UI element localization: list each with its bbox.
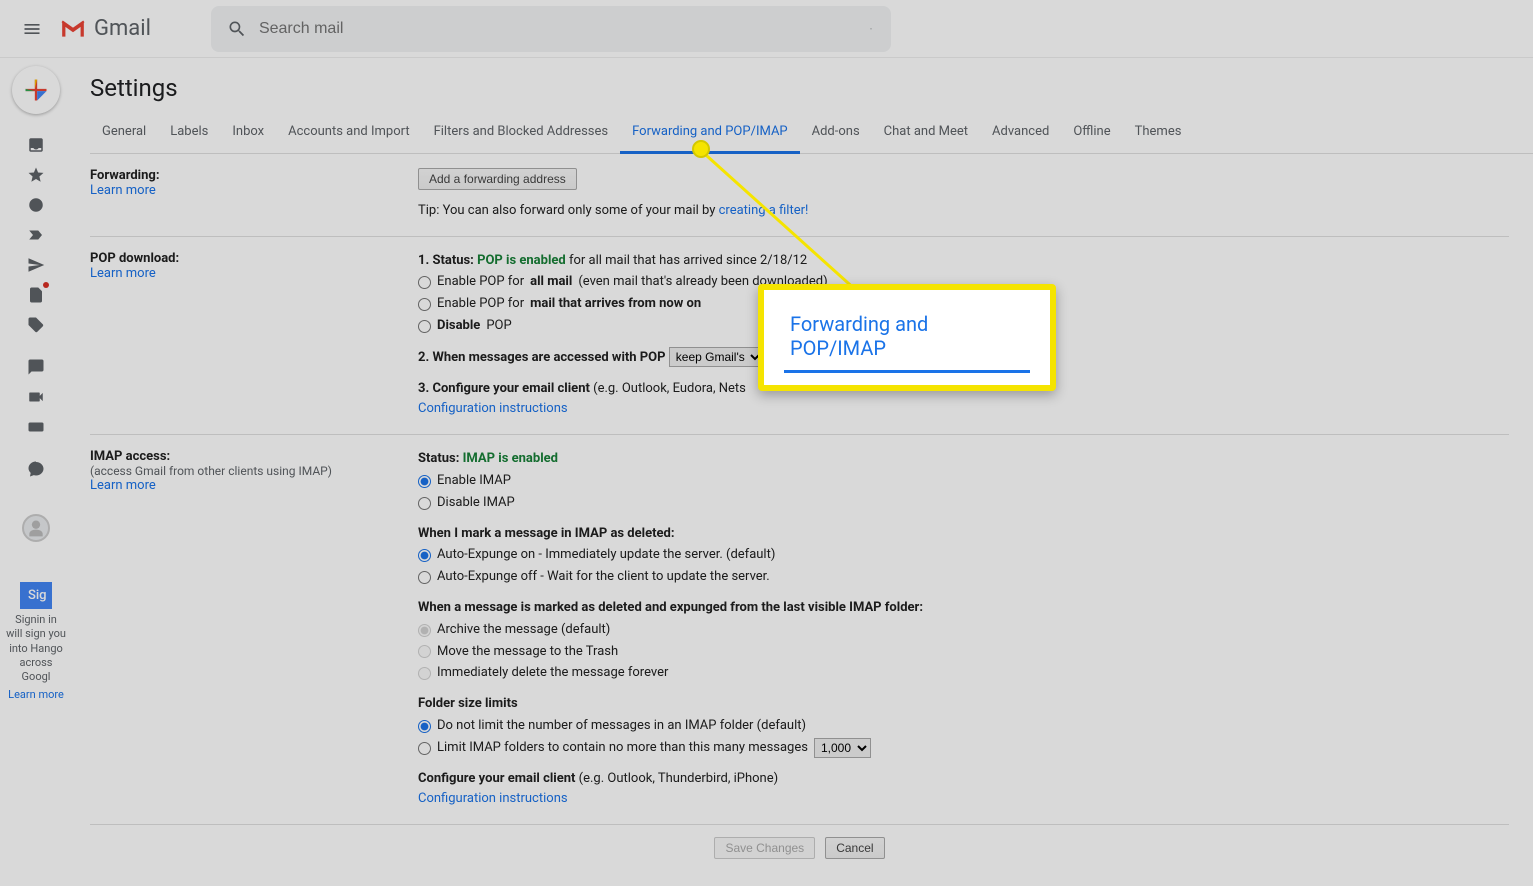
sidebar-starred-icon[interactable] bbox=[17, 160, 55, 190]
settings-tabs: GeneralLabelsInboxAccounts and ImportFil… bbox=[90, 114, 1533, 154]
tab-accounts-and-import[interactable]: Accounts and Import bbox=[276, 114, 421, 153]
section-imap: IMAP access: (access Gmail from other cl… bbox=[90, 435, 1509, 825]
add-forwarding-address-button[interactable]: Add a forwarding address bbox=[418, 168, 577, 190]
user-avatar[interactable] bbox=[22, 514, 50, 542]
sidebar-meet-icon[interactable] bbox=[17, 382, 55, 412]
section-forwarding: Forwarding: Learn more Add a forwarding … bbox=[90, 154, 1509, 237]
sidebar-snoozed-icon[interactable] bbox=[17, 190, 55, 220]
imap-label: IMAP access: bbox=[90, 449, 418, 464]
gmail-logo[interactable]: Gmail bbox=[60, 16, 151, 41]
pop-configure-label: 3. Configure your email client bbox=[418, 381, 590, 396]
gmail-logo-text: Gmail bbox=[94, 16, 151, 41]
imap-limit-radio[interactable] bbox=[418, 742, 431, 755]
tab-filters-and-blocked-addresses[interactable]: Filters and Blocked Addresses bbox=[422, 114, 621, 153]
imap-archive-radio[interactable] bbox=[418, 624, 431, 637]
sidebar-keyboard-icon[interactable] bbox=[17, 412, 55, 442]
app-header: Gmail bbox=[0, 0, 1533, 58]
footer-buttons: Save Changes Cancel bbox=[90, 825, 1509, 879]
search-icon bbox=[227, 19, 247, 39]
tab-advanced[interactable]: Advanced bbox=[980, 114, 1061, 153]
plus-icon bbox=[22, 76, 50, 104]
gmail-m-icon bbox=[60, 19, 86, 39]
imap-status-value: IMAP is enabled bbox=[463, 451, 558, 466]
cancel-button[interactable]: Cancel bbox=[825, 837, 884, 859]
save-changes-button[interactable]: Save Changes bbox=[714, 837, 815, 859]
pop-status-suffix: for all mail that has arrived since 2/18… bbox=[566, 253, 808, 268]
imap-folder-header: Folder size limits bbox=[418, 694, 1509, 715]
imap-autoexpunge-off-radio[interactable] bbox=[418, 571, 431, 584]
annotation-callout: Forwarding and POP/IMAP bbox=[758, 284, 1056, 391]
imap-trash-radio[interactable] bbox=[418, 645, 431, 658]
tab-inbox[interactable]: Inbox bbox=[220, 114, 276, 153]
forwarding-label: Forwarding: bbox=[90, 168, 418, 183]
pop-accessed-select[interactable]: keep Gmail's bbox=[669, 347, 764, 367]
callout-tab-label: Forwarding and POP/IMAP bbox=[784, 312, 1030, 373]
pop-accessed-label: 2. When messages are accessed with POP bbox=[418, 350, 666, 365]
forwarding-tip-text: Tip: You can also forward only some of y… bbox=[418, 203, 719, 218]
sidebar-categories-icon[interactable] bbox=[17, 310, 55, 340]
sidebar: Sig Signin in will sign you into Hango a… bbox=[0, 58, 72, 879]
search-bar[interactable] bbox=[211, 6, 891, 52]
main-content: Settings GeneralLabelsInboxAccounts and … bbox=[72, 58, 1533, 879]
signin-button[interactable]: Sig bbox=[20, 582, 52, 609]
imap-config-instructions-link[interactable]: Configuration instructions bbox=[418, 791, 568, 806]
forwarding-learn-more-link[interactable]: Learn more bbox=[90, 183, 156, 198]
compose-button[interactable] bbox=[12, 66, 60, 114]
pop-status-num: 1. Status: bbox=[418, 253, 477, 268]
annotation-dot bbox=[692, 140, 710, 158]
tab-add-ons[interactable]: Add-ons bbox=[800, 114, 872, 153]
tab-chat-and-meet[interactable]: Chat and Meet bbox=[872, 114, 980, 153]
sidebar-inbox-icon[interactable] bbox=[17, 130, 55, 160]
pop-radio-now[interactable] bbox=[418, 298, 431, 311]
pop-radio-all[interactable] bbox=[418, 276, 431, 289]
imap-limit-select[interactable]: 1,000 bbox=[814, 738, 871, 758]
pop-label: POP download: bbox=[90, 251, 418, 266]
person-icon bbox=[26, 518, 46, 538]
sidebar-important-icon[interactable] bbox=[17, 220, 55, 250]
imap-deleted-header: When I mark a message in IMAP as deleted… bbox=[418, 524, 1509, 545]
hangouts-signin-text: Signin in will sign you into Hango acros… bbox=[0, 609, 72, 688]
sidebar-chat-icon[interactable] bbox=[17, 352, 55, 382]
sidebar-sent-icon[interactable] bbox=[17, 250, 55, 280]
pop-configure-suffix: (e.g. Outlook, Eudora, Nets bbox=[590, 381, 746, 396]
imap-learn-more-link[interactable]: Learn more bbox=[90, 478, 156, 493]
pop-radio-disable[interactable] bbox=[418, 320, 431, 333]
search-input[interactable] bbox=[259, 20, 861, 38]
imap-configure-suffix: (e.g. Outlook, Thunderbird, iPhone) bbox=[575, 771, 778, 786]
imap-disable-radio[interactable] bbox=[418, 497, 431, 510]
imap-autoexpunge-on-radio[interactable] bbox=[418, 549, 431, 562]
imap-configure-label: Configure your email client bbox=[418, 771, 575, 786]
imap-delete-radio[interactable] bbox=[418, 667, 431, 680]
imap-nolimit-radio[interactable] bbox=[418, 720, 431, 733]
tab-labels[interactable]: Labels bbox=[158, 114, 220, 153]
pop-status-value: POP is enabled bbox=[477, 253, 566, 268]
main-menu-button[interactable] bbox=[8, 5, 56, 53]
imap-status-pre: Status: bbox=[418, 451, 463, 466]
sidebar-learn-more-link[interactable]: Learn more bbox=[8, 688, 64, 701]
imap-enable-radio[interactable] bbox=[418, 475, 431, 488]
search-options-icon[interactable] bbox=[861, 19, 881, 39]
imap-expunged-header: When a message is marked as deleted and … bbox=[418, 598, 1509, 619]
tab-themes[interactable]: Themes bbox=[1123, 114, 1194, 153]
tab-general[interactable]: General bbox=[90, 114, 158, 153]
pop-config-instructions-link[interactable]: Configuration instructions bbox=[418, 401, 568, 416]
pop-learn-more-link[interactable]: Learn more bbox=[90, 266, 156, 281]
imap-sublabel: (access Gmail from other clients using I… bbox=[90, 464, 418, 478]
sidebar-drafts-icon[interactable] bbox=[17, 280, 55, 310]
hamburger-icon bbox=[22, 19, 42, 39]
page-title: Settings bbox=[90, 74, 1533, 102]
sidebar-hangouts-icon[interactable] bbox=[17, 454, 55, 484]
tab-offline[interactable]: Offline bbox=[1061, 114, 1122, 153]
